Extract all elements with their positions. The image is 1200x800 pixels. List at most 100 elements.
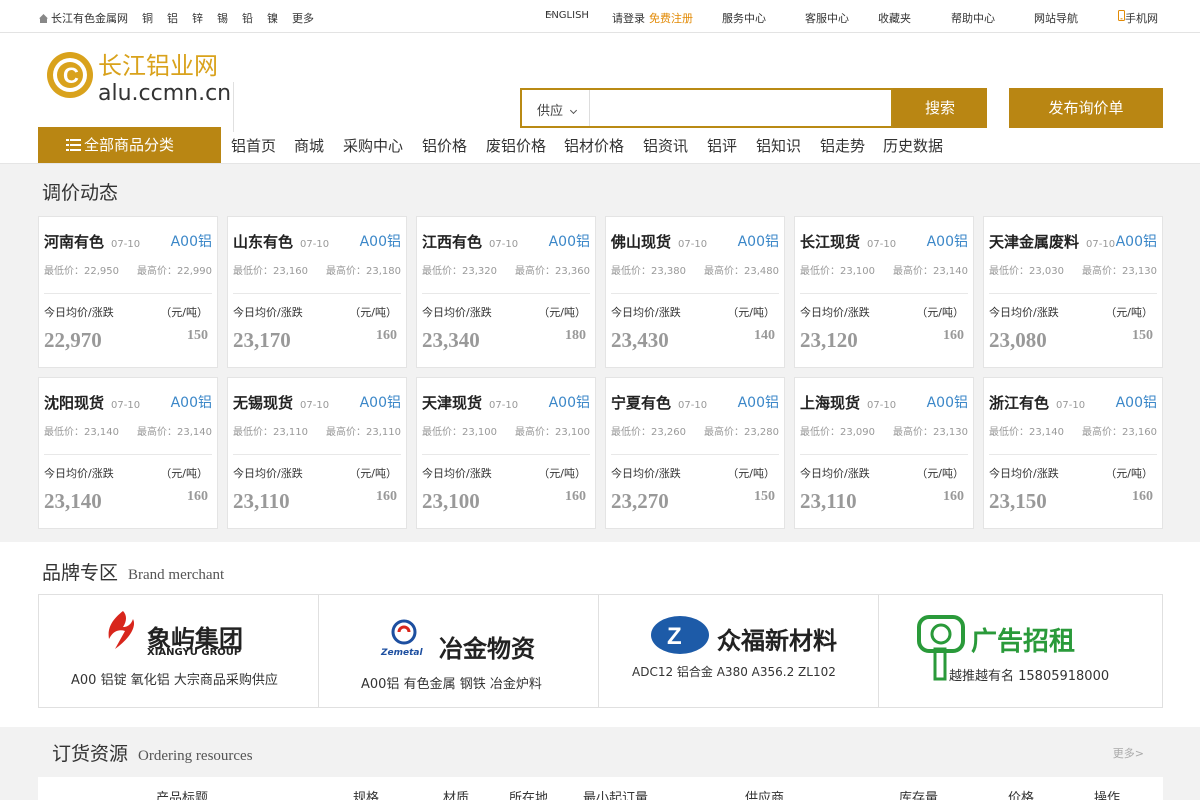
nav-item-material-price[interactable]: 铝材价格 bbox=[564, 135, 624, 156]
brand-desc: ADC12 铝合金 A380 A356.2 ZL102 bbox=[632, 665, 836, 679]
brand-card-xiangyu[interactable]: 象屿集团 XIANGYU GROUP A00 铝锭 氧化铝 大宗商品采购供应 bbox=[39, 595, 319, 707]
site-nav-link[interactable]: 网站导航 bbox=[1034, 10, 1078, 25]
publish-inquiry-button[interactable]: 发布询价单 bbox=[1009, 88, 1163, 128]
market-name[interactable]: 江西有色 07-10 bbox=[422, 231, 518, 252]
nav-item-knowledge[interactable]: 铝知识 bbox=[756, 135, 801, 156]
high-price: 最高价：23,360 bbox=[515, 266, 590, 277]
product-tag[interactable]: A00铝 bbox=[738, 231, 779, 251]
product-tag[interactable]: A00铝 bbox=[171, 392, 212, 412]
nav-item-mall[interactable]: 商城 bbox=[294, 135, 324, 156]
price-card[interactable]: 佛山现货 07-10 A00铝 最低价：23,380 最高价：23,480 今日均价/涨跌… bbox=[605, 216, 785, 368]
price-change: 160 bbox=[565, 489, 586, 504]
brand-card-zhongfu[interactable]: Z 众福新材料 ADC12 铝合金 A380 A356.2 ZL102 bbox=[599, 595, 879, 707]
price-card[interactable]: 上海现货 07-10 A00铝 最低价：23,090 最高价：23,130 今日均价/涨跌… bbox=[794, 377, 974, 529]
market-name[interactable]: 长江现货 07-10 bbox=[800, 231, 896, 252]
mobile-link[interactable]: 手机网 bbox=[1118, 10, 1158, 25]
market-name[interactable]: 天津现货 07-10 bbox=[422, 392, 518, 413]
column-header[interactable]: 价格 bbox=[1008, 787, 1034, 800]
column-header[interactable]: 材质 bbox=[443, 787, 469, 800]
search-button[interactable]: 搜索 bbox=[893, 88, 987, 128]
market-name-text: 长江现货 bbox=[800, 233, 861, 251]
brand-card-ad-rental[interactable]: 广告招租 越推越有名 15805918000 bbox=[879, 595, 1159, 707]
product-tag[interactable]: A00铝 bbox=[549, 231, 590, 251]
price-change: 160 bbox=[943, 328, 964, 343]
price-card[interactable]: 沈阳现货 07-10 A00铝 最低价：23,140 最高价：23,140 今日均价/涨跌… bbox=[38, 377, 218, 529]
english-link[interactable]: ENGLISH bbox=[545, 8, 589, 21]
search-input[interactable] bbox=[591, 90, 891, 126]
low-price: 最低价：23,260 bbox=[611, 427, 686, 438]
price-change: 150 bbox=[187, 328, 208, 343]
product-tag[interactable]: A00铝 bbox=[927, 392, 968, 412]
customer-service-link[interactable]: 客服中心 bbox=[805, 10, 849, 26]
price-date: 07-10 bbox=[1056, 400, 1086, 411]
market-name[interactable]: 山东有色 07-10 bbox=[233, 231, 329, 252]
avg-price: 23,340 bbox=[422, 328, 480, 352]
product-tag[interactable]: A00铝 bbox=[549, 392, 590, 412]
price-date: 07-10 bbox=[867, 400, 897, 411]
price-unit: （元/吨） bbox=[160, 467, 208, 480]
product-tag[interactable]: A00铝 bbox=[1116, 231, 1157, 251]
low-price: 最低价：23,160 bbox=[233, 266, 308, 277]
site-logo[interactable]: C 长江铝业网 alu.ccmn.cn bbox=[46, 48, 236, 138]
price-change: 180 bbox=[565, 328, 586, 343]
price-card[interactable]: 宁夏有色 07-10 A00铝 最低价：23,260 最高价：23,280 今日均价/涨跌… bbox=[605, 377, 785, 529]
nav-item-news[interactable]: 铝资讯 bbox=[643, 135, 688, 156]
product-tag[interactable]: A00铝 bbox=[171, 231, 212, 251]
divider bbox=[44, 293, 212, 294]
price-card[interactable]: 无锡现货 07-10 A00铝 最低价：23,110 最高价：23,110 今日均价/涨跌… bbox=[227, 377, 407, 529]
market-name[interactable]: 佛山现货 07-10 bbox=[611, 231, 707, 252]
market-name[interactable]: 河南有色 07-10 bbox=[44, 231, 140, 252]
market-name[interactable]: 天津金属废料 07-10 bbox=[989, 231, 1115, 252]
avg-price-label: 今日均价/涨跌 bbox=[422, 306, 492, 319]
nav-item-review[interactable]: 铝评 bbox=[707, 135, 737, 156]
product-tag[interactable]: A00铝 bbox=[738, 392, 779, 412]
nav-item-history[interactable]: 历史数据 bbox=[883, 135, 943, 156]
help-center-link[interactable]: 帮助中心 bbox=[951, 10, 995, 25]
column-header[interactable]: 产品标题 bbox=[156, 787, 208, 800]
nav-item-price[interactable]: 铝价格 bbox=[422, 135, 467, 156]
all-categories-button[interactable]: 全部商品分类 bbox=[38, 127, 221, 163]
favorites-link[interactable]: 收藏夹 bbox=[878, 10, 911, 25]
price-card[interactable]: 长江现货 07-10 A00铝 最低价：23,100 最高价：23,140 今日均价/涨跌… bbox=[794, 216, 974, 368]
search-type-select[interactable]: 供应 bbox=[522, 90, 590, 126]
price-change: 160 bbox=[376, 489, 397, 504]
market-name[interactable]: 无锡现货 07-10 bbox=[233, 392, 329, 413]
product-tag[interactable]: A00铝 bbox=[360, 392, 401, 412]
price-card[interactable]: 江西有色 07-10 A00铝 最低价：23,320 最高价：23,360 今日均价/涨跌… bbox=[416, 216, 596, 368]
price-card[interactable]: 河南有色 07-10 A00铝 最低价：22,950 最高价：22,990 今日均价/涨跌… bbox=[38, 216, 218, 368]
column-header[interactable]: 供应商 bbox=[745, 787, 784, 800]
market-name[interactable]: 沈阳现货 07-10 bbox=[44, 392, 140, 413]
login-link[interactable]: 请登录 bbox=[612, 10, 645, 26]
market-name-text: 上海现货 bbox=[800, 394, 861, 412]
product-tag[interactable]: A00铝 bbox=[360, 231, 401, 251]
nav-item-trend[interactable]: 铝走势 bbox=[820, 135, 865, 156]
column-header[interactable]: 最小起订量 bbox=[583, 787, 648, 800]
price-card[interactable]: 天津金属废料 07-10 A00铝 最低价：23,030 最高价：23,130 今日均价/… bbox=[983, 216, 1163, 368]
column-header[interactable]: 操作 bbox=[1094, 787, 1120, 800]
nav-item-scrap-price[interactable]: 废铝价格 bbox=[486, 135, 546, 156]
service-center-link[interactable]: 服务中心 bbox=[722, 10, 766, 25]
nav-item-home[interactable]: 铝首页 bbox=[231, 135, 276, 156]
register-link[interactable]: 免费注册 bbox=[649, 10, 693, 26]
avg-price: 23,080 bbox=[989, 328, 1047, 352]
price-card[interactable]: 山东有色 07-10 A00铝 最低价：23,160 最高价：23,180 今日均价/涨跌… bbox=[227, 216, 407, 368]
price-card[interactable]: 浙江有色 07-10 A00铝 最低价：23,140 最高价：23,160 今日均价/涨跌… bbox=[983, 377, 1163, 529]
price-change: 140 bbox=[754, 328, 775, 343]
product-tag[interactable]: A00铝 bbox=[1116, 392, 1157, 412]
price-card[interactable]: 天津现货 07-10 A00铝 最低价：23,100 最高价：23,100 今日均价/涨跌… bbox=[416, 377, 596, 529]
product-tag[interactable]: A00铝 bbox=[927, 231, 968, 251]
market-name[interactable]: 上海现货 07-10 bbox=[800, 392, 896, 413]
column-header[interactable]: 库存量 bbox=[899, 787, 938, 800]
price-date: 07-10 bbox=[111, 239, 141, 250]
column-header[interactable]: 规格 bbox=[353, 787, 379, 800]
market-name[interactable]: 浙江有色 07-10 bbox=[989, 392, 1085, 413]
column-header[interactable]: 所在地 bbox=[509, 787, 548, 800]
market-name-text: 江西有色 bbox=[422, 233, 483, 251]
market-name[interactable]: 宁夏有色 07-10 bbox=[611, 392, 707, 413]
price-unit: （元/吨） bbox=[1105, 306, 1153, 319]
brand-card-zemetal[interactable]: Zemetal 冶金物资 A00铝 有色金属 钢铁 冶金炉料 bbox=[319, 595, 599, 707]
nav-item-purchase[interactable]: 采购中心 bbox=[343, 135, 403, 156]
more-link[interactable]: 更多> bbox=[1113, 745, 1144, 761]
market-name-text: 河南有色 bbox=[44, 233, 105, 251]
phone-icon bbox=[1118, 10, 1125, 21]
